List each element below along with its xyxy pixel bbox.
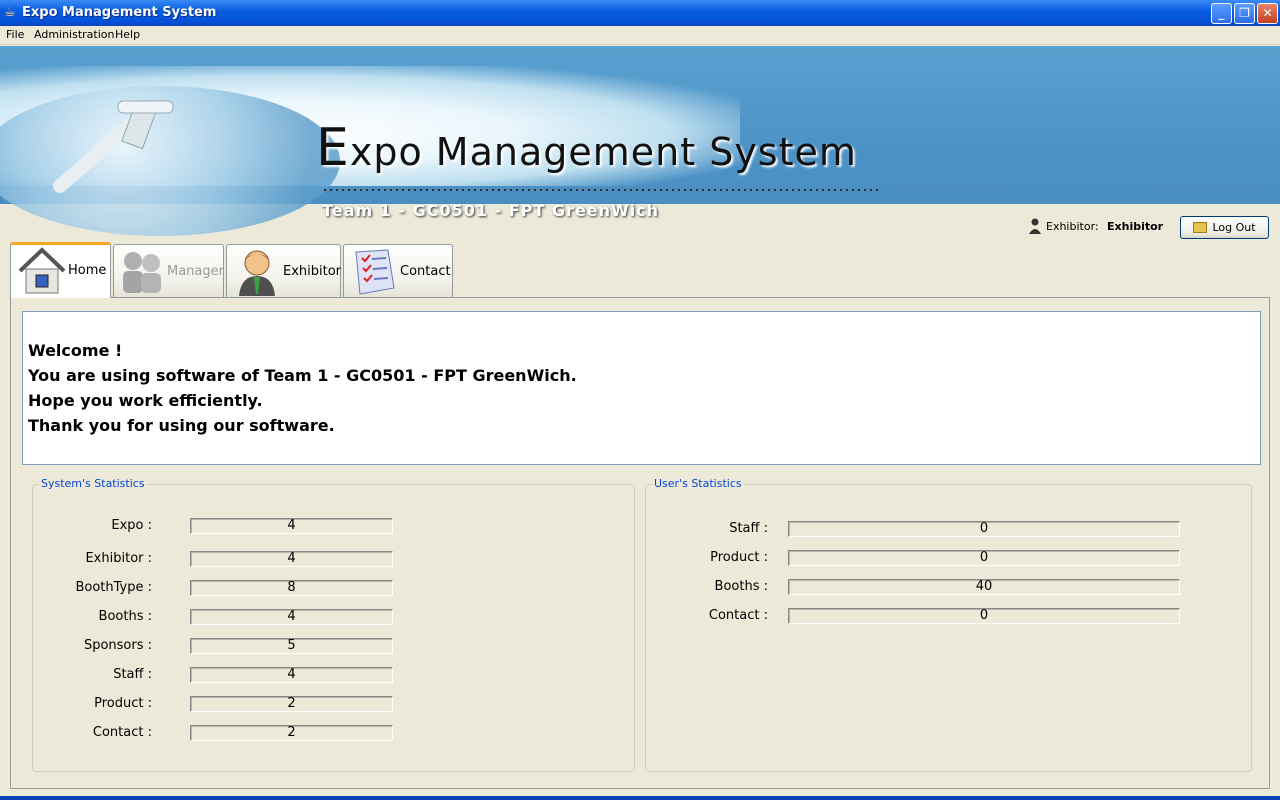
- minimize-button[interactable]: _: [1211, 3, 1232, 24]
- user-stat-label: Contact :: [708, 608, 768, 623]
- welcome-line-4: Thank you for using our software.: [28, 416, 335, 435]
- system-stat-exhibitor-value: 4: [190, 551, 393, 567]
- system-stat-label: Expo :: [111, 518, 152, 533]
- logout-icon: [1193, 222, 1208, 233]
- home-icon: [18, 247, 66, 294]
- menu-bar: File Administration Help: [0, 26, 1280, 45]
- user-stat-product-value: 0: [788, 550, 1180, 566]
- user-stat-staff-value: 0: [788, 521, 1180, 537]
- wrench-graphic-icon: [53, 100, 174, 193]
- menu-file[interactable]: File: [6, 28, 24, 41]
- user-stat-label: Product :: [710, 550, 768, 565]
- user-statistics-title: User's Statistics: [652, 477, 744, 490]
- contact-checklist-icon: [355, 249, 395, 295]
- header-banner: Expo Management System Team 1 - GC0501 -…: [0, 46, 1280, 236]
- menu-administration[interactable]: Administration: [34, 28, 115, 41]
- manager-icon: [123, 252, 161, 293]
- close-button[interactable]: ✕: [1257, 3, 1278, 24]
- system-stat-label: Product :: [94, 696, 152, 711]
- tab-manager: Manager: [113, 244, 224, 297]
- banner-title: Expo Management System: [316, 118, 857, 178]
- tab-home-label: Home: [68, 263, 107, 278]
- logout-label: Log Out: [1212, 221, 1256, 234]
- system-stat-expo-value: 4: [190, 518, 393, 534]
- system-stat-label: Exhibitor :: [85, 551, 152, 566]
- logout-button[interactable]: Log Out: [1180, 216, 1269, 239]
- system-stat-product-value: 2: [190, 696, 393, 712]
- system-stat-staff-value: 4: [190, 667, 393, 683]
- system-stat-contact-value: 2: [190, 725, 393, 741]
- user-role-label: Exhibitor:: [1046, 220, 1099, 233]
- system-stat-label: BoothType :: [75, 580, 152, 595]
- user-stat-label: Booths :: [714, 579, 768, 594]
- system-stat-booths-value: 4: [190, 609, 393, 625]
- welcome-line-1: Welcome !: [28, 341, 123, 360]
- tab-manager-label: Manager: [167, 264, 224, 279]
- banner-dotted-line: [322, 187, 878, 193]
- window-title: Expo Management System: [22, 5, 217, 20]
- system-stat-label: Contact :: [92, 725, 152, 740]
- system-stat-label: Booths :: [98, 609, 152, 624]
- user-name: Exhibitor: [1107, 220, 1164, 233]
- welcome-line-3: Hope you work efficiently.: [28, 391, 263, 410]
- exhibitor-icon: [239, 250, 275, 296]
- tab-home[interactable]: Home: [10, 242, 111, 298]
- welcome-line-2: You are using software of Team 1 - GC050…: [28, 366, 577, 385]
- user-stat-label: Staff :: [729, 521, 768, 536]
- system-stat-label: Staff :: [113, 667, 152, 682]
- title-bar[interactable]: ☕ Expo Management System _ ❐ ✕: [0, 0, 1280, 26]
- banner-subtitle: Team 1 - GC0501 - FPT GreenWich: [322, 201, 660, 220]
- system-statistics-title: System's Statistics: [39, 477, 147, 490]
- system-stat-label: Sponsors :: [83, 638, 152, 653]
- java-app-icon: ☕: [4, 5, 16, 20]
- tab-contact-label: Contact: [400, 264, 451, 279]
- tab-contact[interactable]: Contact: [343, 244, 453, 297]
- welcome-message-box: Welcome ! You are using software of Team…: [22, 311, 1261, 465]
- window-bottom-border: [0, 796, 1280, 800]
- user-stat-booths-value: 40: [788, 579, 1180, 595]
- restore-button[interactable]: ❐: [1234, 3, 1255, 24]
- user-icon: [1028, 218, 1042, 237]
- system-stat-sponsors-value: 5: [190, 638, 393, 654]
- system-stat-boothtype-value: 8: [190, 580, 393, 596]
- menu-help[interactable]: Help: [115, 28, 140, 41]
- user-stat-contact-value: 0: [788, 608, 1180, 624]
- tab-exhibitor-label: Exhibitor: [283, 264, 342, 279]
- tab-exhibitor[interactable]: Exhibitor: [226, 244, 341, 297]
